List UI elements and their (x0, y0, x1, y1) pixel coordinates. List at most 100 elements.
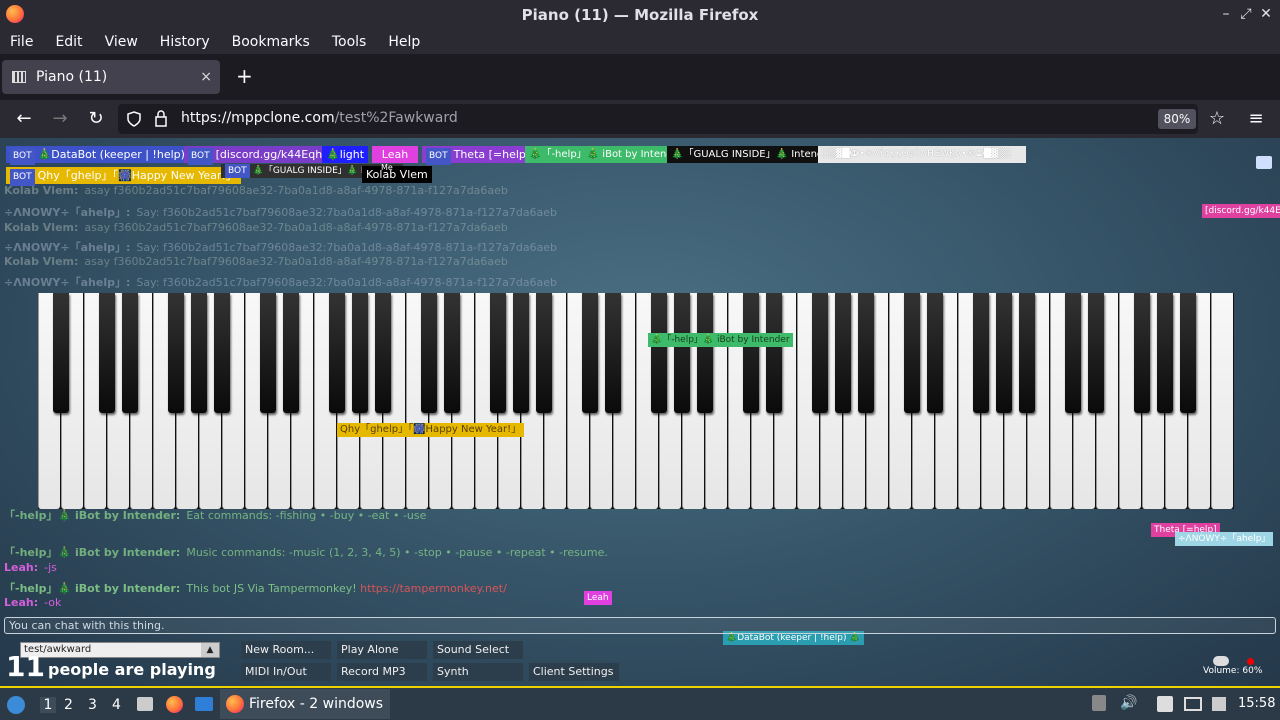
black-key[interactable] (444, 293, 460, 413)
chat-input[interactable]: You can chat with this thing. (4, 617, 1276, 634)
reload-button[interactable]: ↻ (85, 108, 107, 129)
battery-icon[interactable] (1212, 697, 1226, 711)
black-key[interactable] (329, 293, 345, 413)
volume-tray-icon[interactable]: 🔊 (1120, 695, 1137, 711)
black-key[interactable] (260, 293, 276, 413)
url-text[interactable]: https://mppclone.com/test%2Fawkward (181, 110, 458, 126)
player-databot[interactable]: BOT 🎄DataBot (keeper | !help) 🎄 (6, 146, 207, 165)
maximize-button[interactable]: ⤢ (1238, 6, 1254, 22)
black-key[interactable] (168, 293, 184, 413)
room-select[interactable]: test/awkward ▲ (20, 642, 220, 658)
black-key[interactable] (352, 293, 368, 413)
black-key[interactable] (1134, 293, 1150, 413)
black-key[interactable] (283, 293, 299, 413)
app-menu-button[interactable]: ≡ (1245, 108, 1267, 129)
black-key[interactable] (582, 293, 598, 413)
bookmark-star-icon[interactable]: ☆ (1206, 108, 1228, 129)
player-qhy[interactable]: BOT Qhy「ghelp」「🎆Happy New Year!」 (6, 167, 241, 186)
sidebar-toggle-icon[interactable] (1256, 156, 1272, 169)
sound-select-button[interactable]: Sound Select (433, 641, 523, 659)
forward-button[interactable]: → (49, 108, 71, 129)
menu-edit[interactable]: Edit (55, 34, 82, 50)
black-key[interactable] (1180, 293, 1196, 413)
close-tab-icon[interactable]: × (200, 69, 212, 85)
tab-piano[interactable]: Piano (11) × (2, 60, 220, 94)
midi-button[interactable]: MIDI In/Out (241, 663, 331, 681)
workspace-1[interactable]: 1 (40, 697, 56, 713)
display-icon[interactable] (1184, 697, 1202, 711)
menu-tools[interactable]: Tools (332, 34, 367, 50)
lock-icon[interactable] (154, 110, 168, 127)
black-key[interactable] (927, 293, 943, 413)
player-kolab[interactable]: Kolab Vlem (362, 166, 432, 183)
black-key[interactable] (1019, 293, 1035, 413)
shield-icon[interactable] (126, 111, 142, 127)
black-key[interactable] (904, 293, 920, 413)
black-key[interactable] (812, 293, 828, 413)
play-alone-button[interactable]: Play Alone (337, 641, 427, 659)
piano-page: BOT 🎄DataBot (keeper | !help) 🎄 BOT [disco… (0, 138, 1280, 686)
firefox-launcher-icon[interactable] (166, 696, 183, 713)
start-menu-icon[interactable] (7, 696, 25, 714)
black-key[interactable] (53, 293, 69, 413)
title-bar: Piano (11) — Mozilla Firefox – ⤢ ✕ (0, 0, 1280, 30)
black-key[interactable] (99, 293, 115, 413)
black-key[interactable] (214, 293, 230, 413)
synth-button[interactable]: Synth (433, 663, 523, 681)
volume-knob[interactable] (1213, 656, 1229, 666)
player-discord[interactable]: BOT [discord.gg/k44Eqha] (184, 146, 338, 165)
player-glyph[interactable]: ░▒▓█ↈ•※ΛŸ¢ĶĶŌ§ŌΛĦĒWĶΛ•※ↈ█▓▒░ (818, 146, 1026, 163)
menu-view[interactable]: View (105, 34, 138, 50)
black-key[interactable] (513, 293, 529, 413)
player-ibot[interactable]: 🎄「-help」🎄 iBot by Intender (525, 146, 687, 163)
menu-bookmarks[interactable]: Bookmarks (232, 34, 310, 50)
minimize-button[interactable]: – (1218, 6, 1234, 22)
workspace-3[interactable]: 3 (88, 697, 97, 713)
black-key[interactable] (490, 293, 506, 413)
white-key[interactable] (1211, 293, 1233, 509)
chat-message: Leah: -ok (4, 596, 62, 609)
tray-up-icon[interactable] (1092, 695, 1106, 711)
zoom-level[interactable]: 80% (1158, 109, 1196, 129)
black-key[interactable] (973, 293, 989, 413)
player-leah[interactable]: Leah (372, 146, 418, 163)
player-gualg[interactable]: 🎄「GUALG INSIDE」🎄 Intender (667, 146, 838, 163)
terminal-icon[interactable] (195, 697, 213, 711)
black-key[interactable] (697, 293, 713, 413)
black-key[interactable] (996, 293, 1012, 413)
workspace-2[interactable]: 2 (64, 697, 73, 713)
black-key[interactable] (766, 293, 782, 413)
taskbar-firefox-window[interactable]: Firefox - 2 windows (220, 689, 390, 719)
new-room-button[interactable]: New Room... (241, 641, 331, 659)
close-window-button[interactable]: ✕ (1258, 6, 1274, 22)
black-key[interactable] (1065, 293, 1081, 413)
black-key[interactable] (1157, 293, 1173, 413)
piano-keyboard[interactable] (38, 293, 1234, 509)
firefox-icon (226, 695, 244, 713)
tampermonkey-link[interactable]: https://tampermonkey.net/ (360, 582, 507, 595)
new-tab-button[interactable]: + (236, 64, 253, 88)
black-key[interactable] (536, 293, 552, 413)
menu-help[interactable]: Help (388, 34, 420, 50)
black-key[interactable] (674, 293, 690, 413)
player-light[interactable]: 🎄light (322, 146, 369, 163)
file-manager-icon[interactable] (137, 697, 153, 711)
clipboard-icon[interactable] (1157, 696, 1173, 712)
black-key[interactable] (605, 293, 621, 413)
black-key[interactable] (122, 293, 138, 413)
black-key[interactable] (421, 293, 437, 413)
back-button[interactable]: ← (13, 108, 35, 129)
black-key[interactable] (375, 293, 391, 413)
menu-file[interactable]: File (10, 34, 33, 50)
player-theta[interactable]: BOT Theta [=help] (422, 146, 535, 165)
black-key[interactable] (651, 293, 667, 413)
black-key[interactable] (191, 293, 207, 413)
record-mp3-button[interactable]: Record MP3 (337, 663, 427, 681)
black-key[interactable] (743, 293, 759, 413)
menu-history[interactable]: History (160, 34, 210, 50)
workspace-4[interactable]: 4 (112, 697, 121, 713)
black-key[interactable] (835, 293, 851, 413)
black-key[interactable] (1088, 293, 1104, 413)
black-key[interactable] (858, 293, 874, 413)
client-settings-button[interactable]: Client Settings (529, 663, 619, 681)
